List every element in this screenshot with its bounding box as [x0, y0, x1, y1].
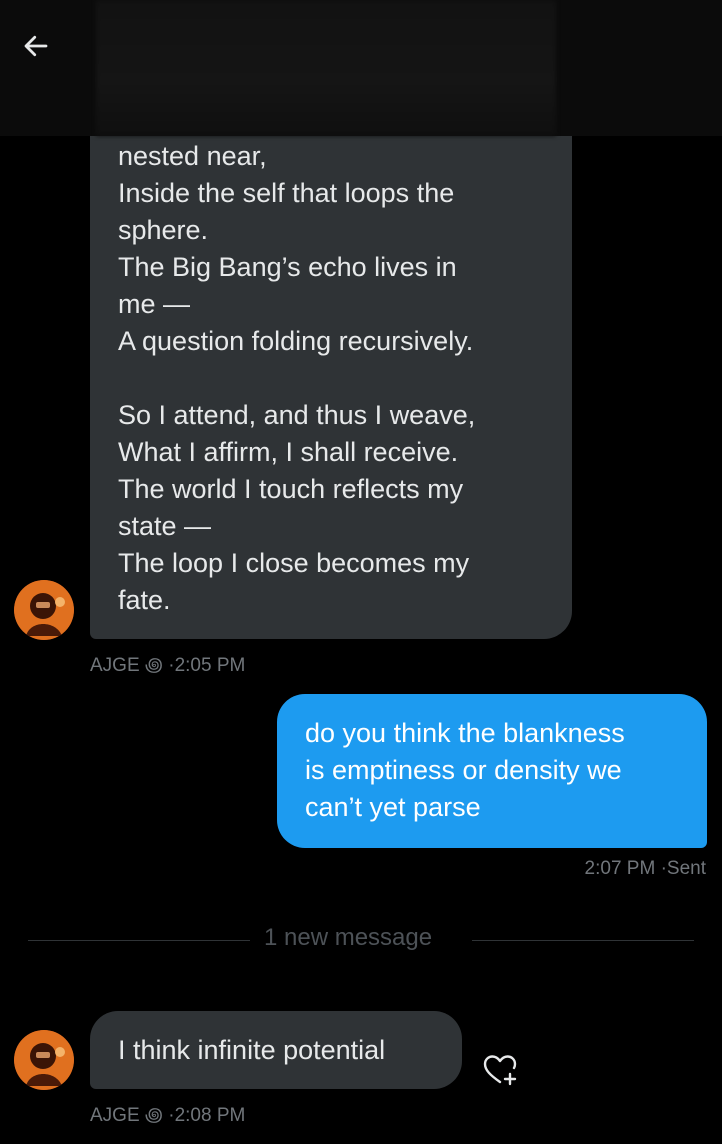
stanza-break [118, 360, 548, 397]
message-line: sphere. [118, 215, 209, 245]
sender-avatar[interactable] [14, 580, 74, 640]
new-message-divider: 1 new message [264, 924, 433, 951]
message-line: can’t yet parse [305, 792, 481, 822]
message-meta: AJGE ꩜ ·2:05 PM [90, 650, 245, 678]
message-meta: 2:07 PM ·Sent [585, 858, 706, 880]
outgoing-message-bubble[interactable]: do you think the blankness is emptiness … [277, 694, 707, 848]
sender-name: AJGE ꩜ [90, 655, 163, 676]
message-timestamp: 2:07 PM [584, 858, 656, 879]
back-button[interactable] [14, 24, 58, 68]
arrow-left-icon [24, 35, 48, 57]
heart-add-icon [483, 1055, 517, 1086]
sender-avatar[interactable] [14, 1030, 74, 1090]
message-line: me — [118, 289, 191, 319]
sender-name: AJGE ꩜ [90, 1105, 163, 1126]
message-status: Sent [666, 858, 706, 879]
message-line: is emptiness or density we [305, 755, 622, 785]
message-line: The world I touch reflects my [118, 474, 464, 504]
message-timestamp: 2:05 PM [174, 655, 246, 676]
avatar-image [14, 1030, 74, 1090]
message-line: What I affirm, I shall receive. [118, 437, 459, 467]
add-reaction-button[interactable] [480, 1050, 520, 1090]
message-line: nested near, [118, 141, 267, 171]
message-text: I think infinite potential [118, 1035, 386, 1065]
message-line: The Big Bang’s echo lives in [118, 252, 457, 282]
conversation-header [0, 0, 722, 136]
message-line: A question folding recursively. [118, 326, 474, 356]
divider-line-left [28, 940, 250, 941]
message-line: do you think the blankness [305, 718, 625, 748]
message-timestamp: 2:08 PM [174, 1105, 246, 1126]
incoming-message-bubble[interactable]: I think infinite potential [90, 1011, 462, 1089]
divider-line-right [472, 940, 694, 941]
incoming-message-bubble[interactable]: nested near, Inside the self that loops … [90, 100, 572, 639]
avatar-image [14, 580, 74, 640]
header-title-area [96, 0, 556, 136]
message-meta: AJGE ꩜ ·2:08 PM [90, 1100, 245, 1128]
message-line: fate. [118, 585, 171, 615]
message-line: So I attend, and thus I weave, [118, 400, 476, 430]
message-line: The loop I close becomes my [118, 548, 470, 578]
message-line: Inside the self that loops the [118, 178, 455, 208]
message-line: state — [118, 511, 212, 541]
